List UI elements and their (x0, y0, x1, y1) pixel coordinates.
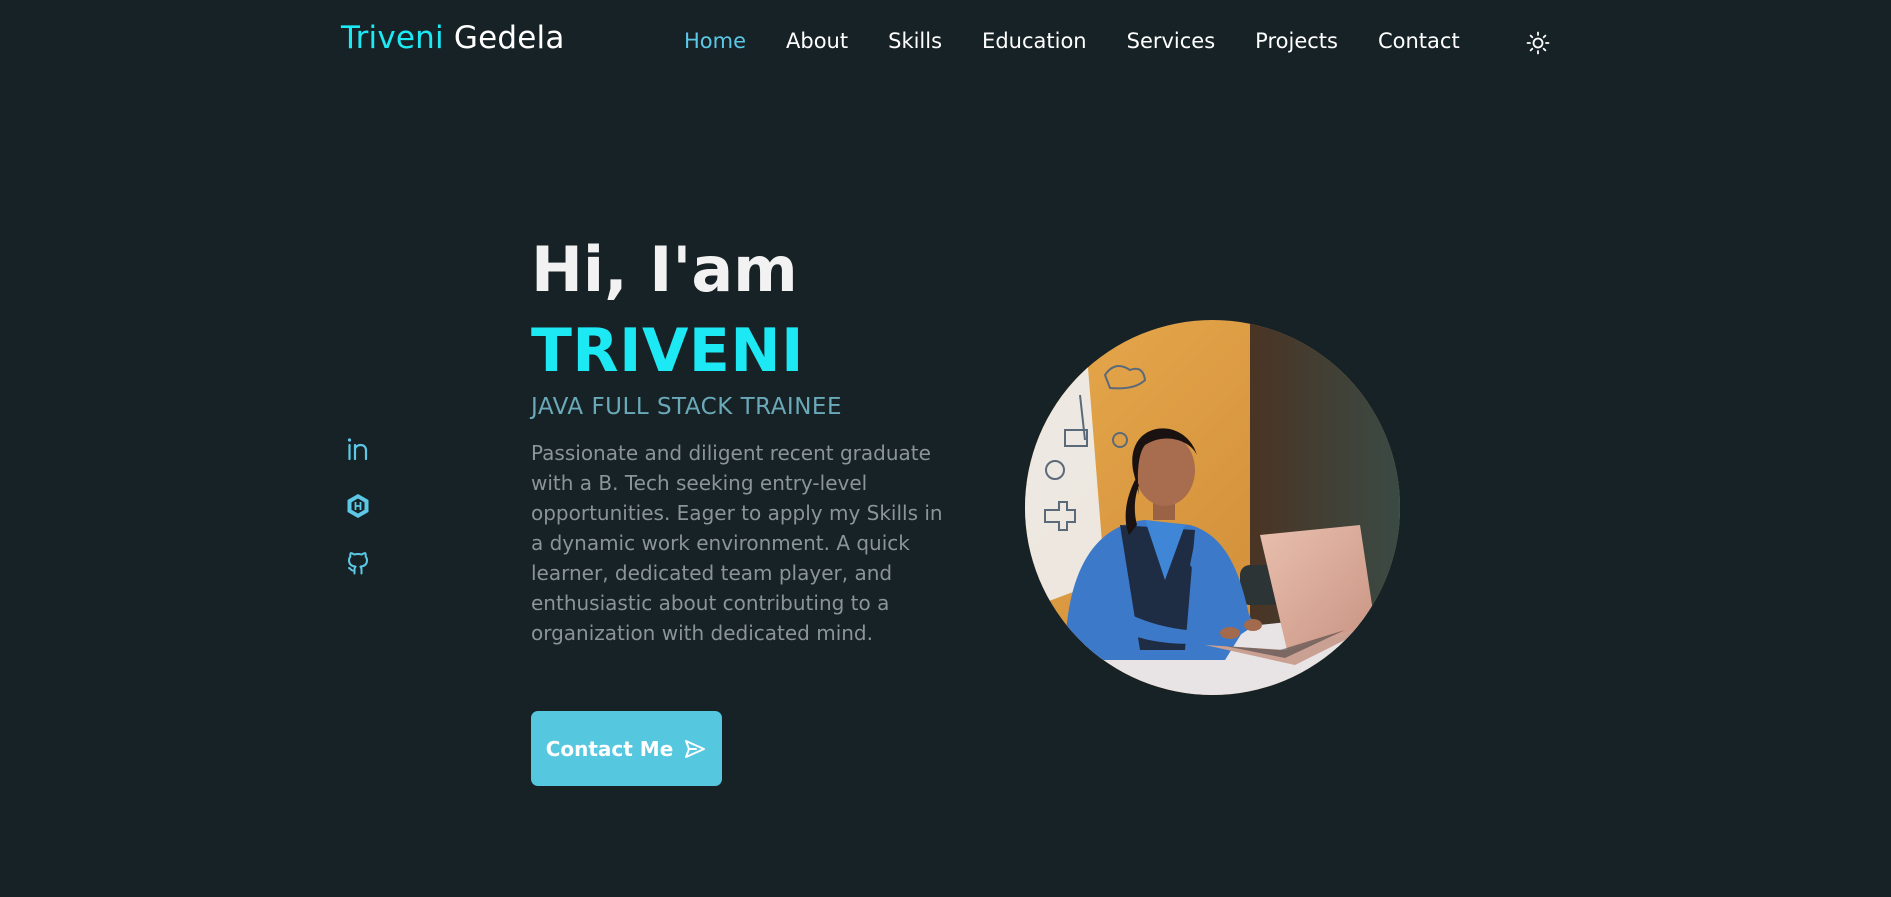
linkedin-icon[interactable] (344, 435, 372, 463)
main-nav: Home About Skills Education Services Pro… (684, 29, 1500, 53)
sun-icon[interactable] (1526, 31, 1550, 55)
nav-projects[interactable]: Projects (1255, 29, 1338, 53)
github-icon[interactable] (344, 549, 372, 577)
nav-education[interactable]: Education (982, 29, 1087, 53)
logo-last-name: Gedela (453, 20, 565, 56)
profile-photo (1025, 320, 1400, 695)
hero-greeting: Hi, I'am (531, 233, 798, 306)
hero-role: JAVA FULL STACK TRAINEE (531, 394, 842, 420)
site-logo[interactable]: Triveni Gedela (341, 20, 565, 56)
nav-skills[interactable]: Skills (888, 29, 942, 53)
hashnode-icon[interactable] (344, 492, 372, 520)
hero-section: Hi, I'am TRIVENI JAVA FULL STACK TRAINEE… (531, 232, 971, 648)
nav-services[interactable]: Services (1127, 29, 1216, 53)
social-links (344, 435, 374, 606)
hero-bio: Passionate and diligent recent graduate … (531, 441, 943, 645)
send-icon (685, 739, 706, 758)
contact-me-label: Contact Me (545, 736, 674, 761)
hero-name: TRIVENI (531, 316, 804, 386)
nav-contact[interactable]: Contact (1378, 29, 1460, 53)
nav-about[interactable]: About (786, 29, 848, 53)
contact-me-button[interactable]: Contact Me (531, 711, 722, 786)
logo-first-name: Triveni (341, 20, 444, 56)
site-header: Triveni Gedela Home About Skills Educati… (0, 0, 1891, 86)
nav-home[interactable]: Home (684, 29, 746, 53)
